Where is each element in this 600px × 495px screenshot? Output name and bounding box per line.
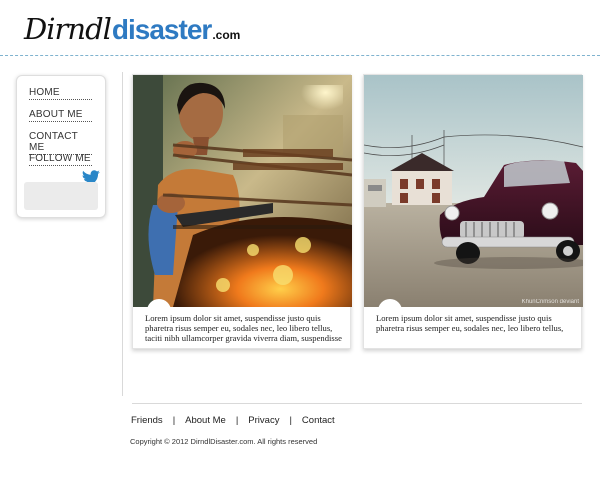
nav-follow-me[interactable]: FOLLOW ME: [29, 153, 92, 166]
copyright-notice: Copyright © 2012 DirndlDisaster.com. All…: [130, 437, 318, 446]
nav-contact-me[interactable]: CONTACT ME: [29, 131, 92, 155]
footer-separator: |: [235, 415, 239, 426]
site-logo[interactable]: Dirndl disaster .com: [24, 12, 240, 46]
blog-card-vintage-car[interactable]: KhunCrimson deviant Lorem ipsum dolor si…: [363, 74, 583, 349]
sidebar-empty-box: [24, 182, 98, 210]
card-excerpt: Lorem ipsum dolor sit amet, suspendisse …: [145, 313, 342, 343]
blog-card-street-food[interactable]: Lorem ipsum dolor sit amet, suspendisse …: [132, 74, 352, 349]
logo-disaster: disaster: [111, 14, 212, 45]
card-excerpt: Lorem ipsum dolor sit amet, suspendisse …: [376, 313, 564, 333]
photo-watermark: KhunCrimson deviant: [521, 299, 579, 305]
footer-link-privacy[interactable]: Privacy: [248, 415, 279, 426]
footer-link-friends[interactable]: Friends: [131, 415, 163, 426]
footer-divider: [132, 403, 582, 404]
footer-separator: |: [172, 415, 176, 426]
footer-link-contact[interactable]: Contact: [302, 415, 335, 426]
vintage-car-photo-illustration: [364, 75, 583, 307]
footer-link-about-me[interactable]: About Me: [185, 415, 226, 426]
street-food-vendor-grilling-photo[interactable]: [133, 75, 352, 307]
sidebar-nav: HOME ABOUT ME CONTACT ME FOLLOW ME: [16, 75, 106, 218]
footer-separator: |: [289, 415, 292, 426]
vintage-car-photo[interactable]: KhunCrimson deviant: [364, 75, 583, 307]
vertical-divider: [122, 72, 123, 396]
logo-dirndl: Dirndl: [24, 12, 112, 46]
footer-nav: Friends | About Me | Privacy | Contact: [131, 415, 335, 426]
street-food-photo-illustration: [133, 75, 352, 307]
site-header: Dirndl disaster .com: [0, 0, 600, 56]
nav-about-me[interactable]: ABOUT ME: [29, 109, 92, 122]
logo-com: .com: [212, 28, 241, 42]
nav-home[interactable]: HOME: [29, 87, 92, 100]
header-divider: [0, 55, 600, 56]
